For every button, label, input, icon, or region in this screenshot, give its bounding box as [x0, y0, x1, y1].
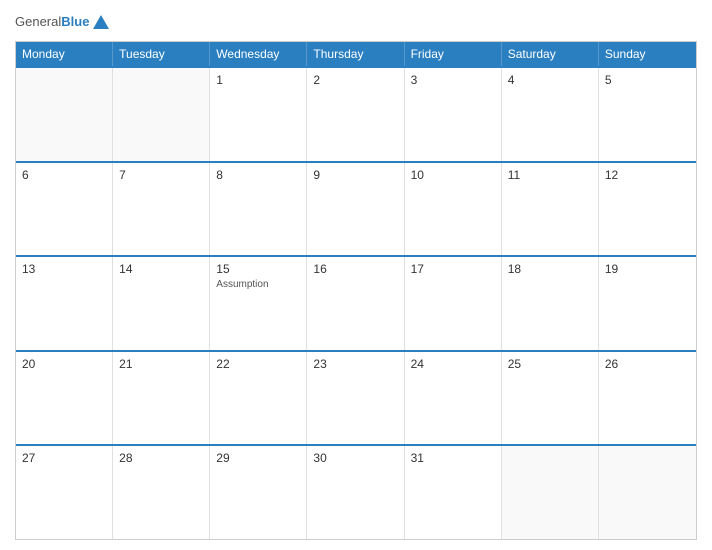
calendar-row-4: 20 21 22 23 24 25 26 [16, 350, 696, 445]
weekday-header-friday: Friday [405, 42, 502, 66]
calendar-cell: 14 [113, 257, 210, 350]
weekday-header-saturday: Saturday [502, 42, 599, 66]
calendar-row-1: 12345 [16, 66, 696, 161]
calendar-cell: 29 [210, 446, 307, 539]
logo-text: GeneralBlue [15, 14, 89, 29]
calendar-cell: 7 [113, 163, 210, 256]
day-number: 21 [119, 357, 203, 371]
day-number: 23 [313, 357, 397, 371]
weekday-header-sunday: Sunday [599, 42, 696, 66]
calendar-cell: 3 [405, 68, 502, 161]
day-number: 4 [508, 73, 592, 87]
calendar-cell: 23 [307, 352, 404, 445]
logo: GeneralBlue [15, 14, 109, 29]
calendar-cell [16, 68, 113, 161]
calendar-cell: 21 [113, 352, 210, 445]
day-number: 11 [508, 168, 592, 182]
calendar-cell: 5 [599, 68, 696, 161]
logo-triangle-icon [93, 15, 109, 29]
day-number: 24 [411, 357, 495, 371]
calendar-cell: 8 [210, 163, 307, 256]
day-number: 20 [22, 357, 106, 371]
calendar-grid: MondayTuesdayWednesdayThursdayFridaySatu… [15, 41, 697, 540]
day-number: 10 [411, 168, 495, 182]
day-number: 27 [22, 451, 106, 465]
day-event: Assumption [216, 279, 300, 291]
calendar-cell: 31 [405, 446, 502, 539]
calendar-cell: 4 [502, 68, 599, 161]
calendar-cell: 10 [405, 163, 502, 256]
weekday-header-monday: Monday [16, 42, 113, 66]
day-number: 25 [508, 357, 592, 371]
calendar-cell: 20 [16, 352, 113, 445]
calendar-cell [599, 446, 696, 539]
day-number: 2 [313, 73, 397, 87]
day-number: 12 [605, 168, 690, 182]
day-number: 16 [313, 262, 397, 276]
day-number: 28 [119, 451, 203, 465]
calendar-cell: 22 [210, 352, 307, 445]
calendar-cell: 17 [405, 257, 502, 350]
day-number: 17 [411, 262, 495, 276]
calendar-row-5: 27 28 29 30 31 [16, 444, 696, 539]
day-number: 8 [216, 168, 300, 182]
calendar-cell: 11 [502, 163, 599, 256]
calendar-row-2: 6789 10 11 12 [16, 161, 696, 256]
calendar-cell: 30 [307, 446, 404, 539]
calendar-cell: 19 [599, 257, 696, 350]
calendar-cell: 12 [599, 163, 696, 256]
calendar-page: GeneralBlue MondayTuesdayWednesdayThursd… [0, 0, 712, 550]
calendar-cell: 26 [599, 352, 696, 445]
day-number: 14 [119, 262, 203, 276]
calendar-cell: 6 [16, 163, 113, 256]
calendar-body: 123456789101112131415Assumption161718192… [16, 66, 696, 539]
calendar-cell: 1 [210, 68, 307, 161]
calendar-weekday-header: MondayTuesdayWednesdayThursdayFridaySatu… [16, 42, 696, 66]
day-number: 19 [605, 262, 690, 276]
weekday-header-tuesday: Tuesday [113, 42, 210, 66]
calendar-cell: 24 [405, 352, 502, 445]
day-number: 13 [22, 262, 106, 276]
calendar-cell: 9 [307, 163, 404, 256]
day-number: 5 [605, 73, 690, 87]
day-number: 7 [119, 168, 203, 182]
calendar-cell: 18 [502, 257, 599, 350]
calendar-cell [113, 68, 210, 161]
day-number: 31 [411, 451, 495, 465]
day-number: 15 [216, 262, 300, 276]
calendar-cell: 27 [16, 446, 113, 539]
day-number: 9 [313, 168, 397, 182]
calendar-cell: 28 [113, 446, 210, 539]
calendar-cell [502, 446, 599, 539]
day-number: 29 [216, 451, 300, 465]
calendar-cell: 25 [502, 352, 599, 445]
calendar-cell: 15 Assumption [210, 257, 307, 350]
calendar-header: GeneralBlue [15, 10, 697, 33]
day-number: 18 [508, 262, 592, 276]
calendar-cell: 16 [307, 257, 404, 350]
calendar-row-3: 13 14 15 Assumption 16 17 18 19 [16, 255, 696, 350]
day-number: 22 [216, 357, 300, 371]
weekday-header-thursday: Thursday [307, 42, 404, 66]
weekday-header-wednesday: Wednesday [210, 42, 307, 66]
day-number: 26 [605, 357, 690, 371]
day-number: 1 [216, 73, 300, 87]
day-number: 30 [313, 451, 397, 465]
calendar-cell: 13 [16, 257, 113, 350]
day-number: 3 [411, 73, 495, 87]
day-number: 6 [22, 168, 106, 182]
calendar-cell: 2 [307, 68, 404, 161]
